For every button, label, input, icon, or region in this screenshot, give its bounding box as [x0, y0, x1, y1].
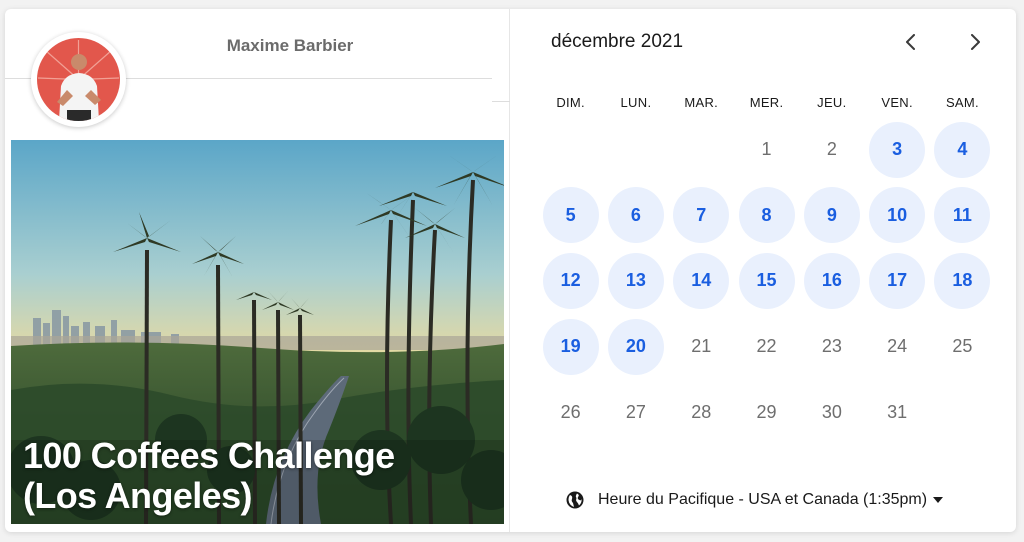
available-day-cell[interactable]: 14 [669, 248, 734, 314]
weekday-label: JEU. [817, 95, 847, 110]
unavailable-day-cell: 27 [603, 379, 668, 445]
available-day-cell[interactable]: 8 [734, 183, 799, 249]
day-number: 24 [887, 336, 908, 357]
previous-month-button[interactable] [898, 29, 924, 55]
day-number: 1 [761, 139, 772, 160]
day-number: 13 [607, 252, 664, 309]
day-number: 21 [691, 336, 712, 357]
day-number: 17 [869, 252, 926, 309]
day-number: 30 [821, 401, 842, 422]
unavailable-day-cell: 25 [930, 314, 995, 380]
day-number: 11 [934, 187, 991, 244]
available-day-cell[interactable]: 7 [669, 183, 734, 249]
available-day-cell[interactable]: 13 [603, 248, 668, 314]
day-number: 27 [625, 401, 646, 422]
unavailable-day-cell: 23 [799, 314, 864, 380]
day-number: 26 [560, 401, 581, 422]
available-day-cell[interactable]: 4 [930, 117, 995, 183]
available-day-cell[interactable]: 17 [864, 248, 929, 314]
unavailable-day-cell: 22 [734, 314, 799, 380]
available-day-cell[interactable]: 19 [538, 314, 603, 380]
available-day-cell[interactable]: 15 [734, 248, 799, 314]
unavailable-day-cell: 30 [799, 379, 864, 445]
available-day-cell[interactable]: 10 [864, 183, 929, 249]
unavailable-day-cell: 24 [864, 314, 929, 380]
available-day-cell[interactable]: 6 [603, 183, 668, 249]
timezone-selector[interactable]: Heure du Pacifique - USA et Canada (1:35… [566, 491, 944, 509]
caret-down-icon [933, 497, 944, 503]
day-number: 22 [756, 336, 777, 357]
day-number: 7 [673, 187, 730, 244]
calendar-days-grid: 1 2 3 4 5 6 7 8 9 10 11 12 13 14 15 16 17 18 19 20 21 22 23 24 2… [538, 117, 995, 445]
empty-day-cell [669, 117, 734, 183]
weekday-label: VEN. [881, 95, 913, 110]
unavailable-day-cell: 1 [734, 117, 799, 183]
unavailable-day-cell: 2 [799, 117, 864, 183]
calendar-panel: décembre 2021 DIM. LUN. MAR. MER. JEU. V… [510, 9, 1016, 532]
available-day-cell[interactable]: 5 [538, 183, 603, 249]
weekday-label: SAM. [945, 95, 979, 110]
chevron-right-icon [971, 34, 980, 50]
timezone-label: Heure du Pacifique - USA et Canada (1:35… [598, 491, 928, 508]
day-number: 25 [952, 336, 973, 357]
unavailable-day-cell: 28 [669, 379, 734, 445]
day-number: 6 [607, 187, 664, 244]
event-banner: 100 Coffees Challenge (Los Angeles) [11, 140, 504, 524]
weekday-label: LUN. [620, 95, 652, 110]
day-number: 15 [738, 252, 795, 309]
unavailable-day-cell: 31 [864, 379, 929, 445]
unavailable-day-cell: 21 [669, 314, 734, 380]
day-number: 14 [673, 252, 730, 309]
booking-card: Maxime Barbier 100 Coffees Challenge (Lo… [5, 9, 1016, 532]
globe-icon [566, 491, 584, 509]
empty-day-cell [603, 117, 668, 183]
divider [492, 101, 510, 102]
day-number: 29 [756, 401, 777, 422]
day-number: 23 [821, 336, 842, 357]
chevron-left-icon [906, 34, 915, 50]
day-number: 12 [542, 252, 599, 309]
available-day-cell[interactable]: 9 [799, 183, 864, 249]
weekday-header: DIM. LUN. MAR. MER. JEU. VEN. SAM. [538, 95, 995, 110]
event-info-panel: Maxime Barbier 100 Coffees Challenge (Lo… [5, 9, 510, 532]
weekday-label: MER. [749, 95, 784, 110]
day-number: 3 [869, 121, 926, 178]
available-day-cell[interactable]: 11 [930, 183, 995, 249]
month-label: décembre 2021 [551, 31, 684, 52]
day-number: 28 [691, 401, 712, 422]
available-day-cell[interactable]: 12 [538, 248, 603, 314]
event-title: 100 Coffees Challenge (Los Angeles) [23, 435, 395, 516]
day-number: 9 [803, 187, 860, 244]
available-day-cell[interactable]: 16 [799, 248, 864, 314]
day-number: 19 [542, 318, 599, 375]
weekday-label: MAR. [684, 95, 719, 110]
avatar [31, 32, 126, 127]
unavailable-day-cell: 29 [734, 379, 799, 445]
unavailable-day-cell: 26 [538, 379, 603, 445]
day-number: 10 [869, 187, 926, 244]
day-number: 31 [887, 401, 908, 422]
day-number: 8 [738, 187, 795, 244]
day-number: 18 [934, 252, 991, 309]
available-day-cell[interactable]: 20 [603, 314, 668, 380]
avatar-photo [37, 38, 120, 121]
day-number: 16 [803, 252, 860, 309]
empty-day-cell [538, 117, 603, 183]
day-number: 4 [934, 121, 991, 178]
available-day-cell[interactable]: 3 [864, 117, 929, 183]
next-month-button[interactable] [962, 29, 988, 55]
day-number: 20 [607, 318, 664, 375]
available-day-cell[interactable]: 18 [930, 248, 995, 314]
day-number: 5 [542, 187, 599, 244]
day-number: 2 [826, 139, 837, 160]
weekday-label: DIM. [556, 95, 585, 110]
